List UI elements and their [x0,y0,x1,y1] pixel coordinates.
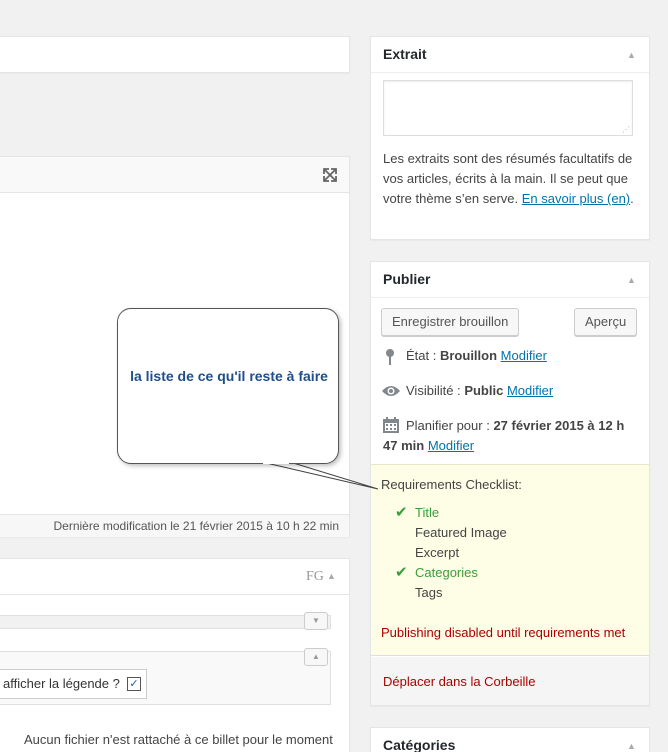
callout-pointer-mask [263,462,289,464]
